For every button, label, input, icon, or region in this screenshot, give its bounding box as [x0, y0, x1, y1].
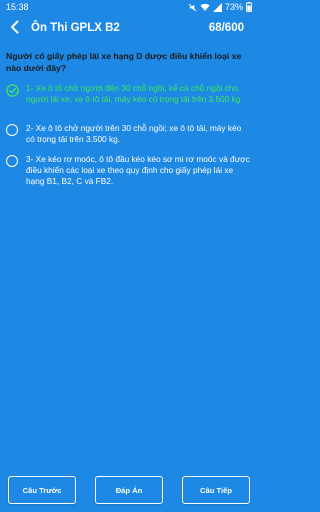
radio-unchecked-icon [6, 124, 18, 136]
answer-option-text: 2- Xe ô tô chở người trên 30 chỗ ngồi; x… [26, 123, 242, 145]
back-button[interactable] [4, 18, 26, 40]
signal-icon [212, 2, 222, 12]
next-question-button[interactable]: Câu Tiếp [182, 476, 250, 504]
show-answer-button[interactable]: Đáp Án [95, 476, 163, 504]
mute-icon [188, 3, 197, 12]
app-bar: Ôn Thi GPLX B2 68/600 [0, 14, 258, 44]
bottom-navigation: Câu Trước Đáp Án Câu Tiếp [0, 476, 258, 506]
battery-icon [246, 2, 252, 12]
radio-unchecked-icon [6, 155, 18, 167]
answer-option-text: 3- Xe kéo rơ moóc, ô tô đầu kéo kéo sơ m… [26, 154, 250, 187]
battery-percent: 73% [224, 2, 243, 12]
check-circle-icon [6, 84, 19, 97]
question-counter: 68/600 [208, 22, 244, 34]
arrow-left-icon [8, 20, 22, 39]
page-title: Ôn Thi GPLX B2 [31, 22, 120, 34]
status-time: 15:38 [6, 2, 29, 12]
quiz-screen: 15:38 73% Ôn Thi GPLX B2 68/600 Người có… [0, 0, 258, 512]
status-bar: 15:38 73% [0, 0, 258, 14]
question-text: Người có giấy phép lái xe hạng D được đi… [6, 51, 242, 73]
previous-question-button[interactable]: Câu Trước [8, 476, 76, 504]
answer-option-text: 1- Xe ô tô chở người đến 30 chỗ ngồi, kể… [26, 83, 243, 105]
wifi-icon [200, 3, 210, 12]
status-icons: 73% [188, 2, 252, 12]
